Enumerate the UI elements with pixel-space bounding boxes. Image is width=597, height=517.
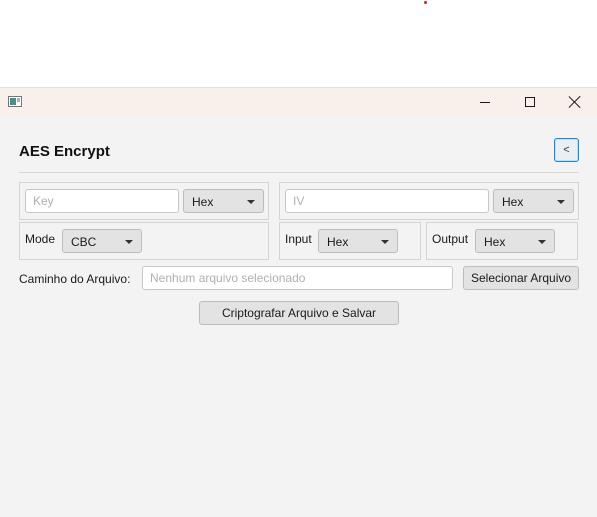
file-path-field[interactable]	[142, 266, 453, 290]
close-icon	[569, 96, 581, 108]
input-format-select[interactable]: Hex	[318, 229, 398, 253]
output-format-label: Output	[432, 232, 469, 246]
mode-group: Mode CBC	[19, 222, 269, 260]
minimize-button[interactable]	[462, 88, 508, 116]
key-group: Hex	[19, 182, 269, 220]
output-format-select[interactable]: Hex	[475, 229, 555, 253]
minimize-icon	[480, 101, 490, 103]
mode-select[interactable]: CBC	[62, 229, 142, 253]
input-format-group: Input Hex	[279, 222, 421, 260]
iv-format-value: Hex	[502, 195, 524, 209]
chevron-down-icon	[125, 240, 133, 244]
key-format-select[interactable]: Hex	[183, 189, 264, 213]
input-format-label: Input	[285, 232, 312, 246]
file-path-label: Caminho do Arquivo:	[19, 272, 131, 286]
chevron-down-icon	[381, 240, 389, 244]
app-window: AES Encrypt < Hex Hex Mode CBC Input Hex	[0, 87, 597, 517]
encrypt-save-button[interactable]: Criptografar Arquivo e Salvar	[199, 301, 399, 325]
maximize-button[interactable]	[507, 88, 553, 116]
chevron-down-icon	[538, 240, 546, 244]
maximize-icon	[525, 97, 535, 107]
title-bar	[0, 88, 597, 116]
java-app-icon	[8, 96, 22, 107]
iv-input[interactable]	[285, 189, 489, 213]
iv-group: Hex	[279, 182, 579, 220]
back-button[interactable]: <	[554, 138, 579, 162]
close-button[interactable]	[552, 88, 597, 116]
page-title: AES Encrypt	[19, 143, 110, 160]
chevron-down-icon	[557, 200, 565, 204]
output-format-value: Hex	[484, 235, 506, 249]
key-input[interactable]	[25, 189, 179, 213]
output-format-group: Output Hex	[426, 222, 578, 260]
mode-value: CBC	[71, 235, 97, 249]
key-format-value: Hex	[192, 195, 214, 209]
iv-format-select[interactable]: Hex	[493, 189, 574, 213]
chevron-down-icon	[247, 200, 255, 204]
red-dot-marker	[424, 1, 427, 4]
select-file-button[interactable]: Selecionar Arquivo	[463, 266, 579, 290]
header-divider	[19, 172, 579, 173]
input-format-value: Hex	[327, 235, 349, 249]
mode-label: Mode	[25, 232, 56, 246]
